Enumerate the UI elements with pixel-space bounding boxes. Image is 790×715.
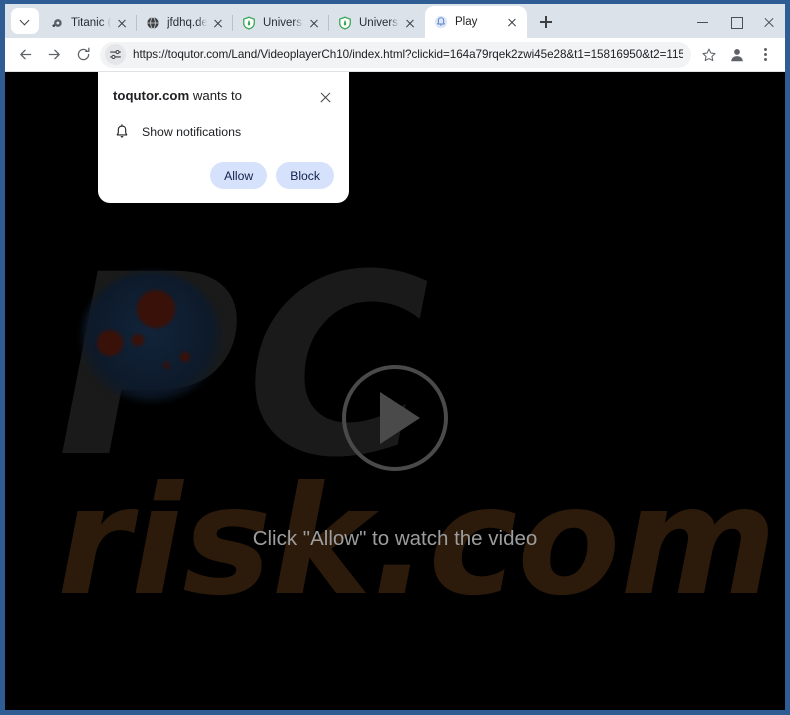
star-icon [702, 48, 716, 61]
reload-button[interactable] [69, 40, 98, 69]
tab-close-button[interactable] [306, 15, 322, 31]
forward-arrow-icon [48, 49, 60, 60]
tab-play-active[interactable]: Play [425, 6, 527, 38]
permission-origin: toqutor.com [113, 88, 190, 103]
tab-list: Titanic (1997) jfdhq.denalive [41, 6, 686, 38]
url-text: https://toqutor.com/Land/VideoplayerCh10… [133, 48, 683, 61]
tab-close-button[interactable] [210, 15, 226, 31]
tab-titanic[interactable]: Titanic (1997) [41, 8, 137, 38]
site-settings-tune-icon [110, 49, 121, 60]
permission-label: Show notifications [142, 125, 242, 139]
browser-toolbar: https://toqutor.com/Land/VideoplayerCh10… [5, 38, 785, 72]
tab-title: Titanic (1997) [71, 17, 111, 29]
tab-title: jfdhq.denalive [167, 17, 207, 29]
movie-favicon [52, 19, 62, 27]
tab-title: Universal Ad B [263, 17, 303, 29]
browser-menu-button[interactable] [751, 41, 779, 69]
tab-universal-ad-1[interactable]: Universal Ad B [233, 8, 329, 38]
tab-universal-ad-2[interactable]: Universal Ad B [329, 8, 425, 38]
chevron-down-icon [21, 17, 30, 26]
permission-title-suffix: wants to [189, 88, 242, 103]
minimize-icon[interactable] [686, 8, 719, 36]
forward-button[interactable] [40, 40, 69, 69]
new-tab-button[interactable] [533, 9, 559, 35]
allow-button[interactable]: Allow [210, 162, 268, 189]
tab-title: Play [455, 16, 478, 28]
maximize-icon[interactable] [719, 8, 752, 36]
block-button[interactable]: Block [276, 162, 334, 189]
permission-dialog-title: toqutor.com wants to [113, 88, 250, 105]
permission-dialog-header: toqutor.com wants to [113, 88, 334, 106]
globe-favicon [147, 17, 159, 29]
bookmark-button[interactable] [695, 41, 723, 69]
permission-actions: Allow Block [113, 162, 334, 189]
play-button-icon[interactable] [342, 365, 448, 471]
permission-request-row: Show notifications [113, 123, 334, 141]
green-shield-favicon [339, 16, 351, 30]
address-bar[interactable]: https://toqutor.com/Land/VideoplayerCh10… [100, 41, 691, 68]
close-icon[interactable] [752, 8, 785, 36]
notification-permission-dialog: toqutor.com wants to Show notifications … [98, 72, 349, 203]
back-button[interactable] [11, 40, 40, 69]
tab-search-button[interactable] [11, 8, 39, 34]
tab-strip: Titanic (1997) jfdhq.denalive [5, 4, 785, 38]
profile-button[interactable] [723, 41, 751, 69]
profile-avatar-icon [731, 48, 743, 61]
bell-icon [116, 124, 128, 138]
video-page: PC risk.com Click "Allow" to watch the v… [5, 72, 785, 709]
browser-window-inner: Titanic (1997) jfdhq.denalive [5, 4, 785, 710]
tab-title: Universal Ad B [359, 17, 399, 29]
back-arrow-icon [20, 49, 32, 60]
reload-icon [77, 47, 90, 61]
site-settings-button[interactable] [105, 44, 126, 65]
play-triangle [379, 392, 420, 444]
window-controls [686, 8, 785, 38]
tab-close-button[interactable] [504, 14, 520, 30]
tab-jfdhq[interactable]: jfdhq.denalive [137, 8, 233, 38]
tab-close-button[interactable] [114, 15, 130, 31]
three-dot-menu-icon [763, 47, 767, 62]
green-shield-favicon [243, 16, 255, 30]
call-to-action-text: Click "Allow" to watch the video [252, 527, 538, 550]
tab-close-button[interactable] [402, 15, 418, 31]
permission-close-button[interactable] [317, 89, 334, 106]
browser-window: Titanic (1997) jfdhq.denalive [0, 0, 790, 715]
bell-favicon [434, 15, 448, 29]
